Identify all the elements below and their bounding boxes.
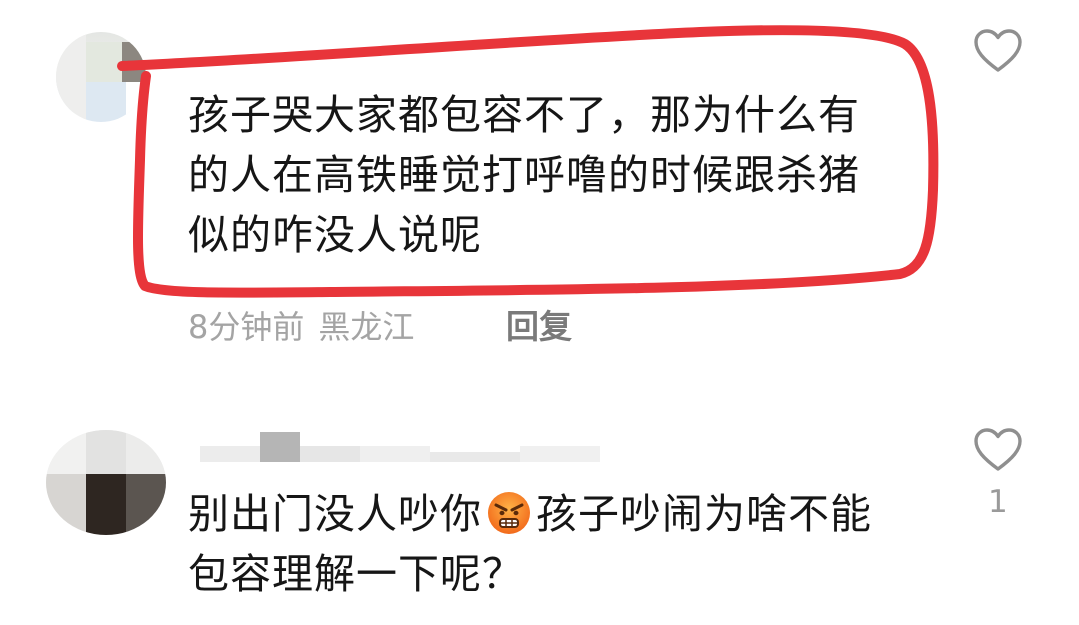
avatar[interactable]: [46, 430, 166, 535]
comment-meta: 8分钟前 黑龙江: [188, 302, 414, 348]
angry-face-emoji: [488, 492, 530, 534]
like-count: 1: [988, 484, 1008, 520]
comment-text-part: 别出门没人吵你: [188, 490, 482, 538]
comment-text: 孩子哭大家都包容不了，那为什么有的人在高铁睡觉打呼噜的时候跟杀猪似的咋没人说呢: [188, 91, 860, 259]
comment-list: 孩子哭大家都包容不了，那为什么有的人在高铁睡觉打呼噜的时候跟杀猪似的咋没人说呢 …: [0, 0, 1079, 625]
comment-location: 黑龙江: [318, 308, 415, 346]
avatar[interactable]: [56, 32, 146, 122]
reply-button[interactable]: 回复: [506, 300, 572, 348]
like-button[interactable]: [973, 28, 1023, 74]
comment-time: 8分钟前: [188, 308, 305, 346]
like-button[interactable]: [973, 427, 1023, 473]
heart-outline-icon: [974, 29, 1022, 72]
heart-outline-icon: [974, 428, 1022, 471]
comment-text: 别出门没人吵你 孩子吵闹为啥不能包容理解一下呢？: [188, 484, 908, 604]
username-blurred[interactable]: [200, 432, 610, 472]
